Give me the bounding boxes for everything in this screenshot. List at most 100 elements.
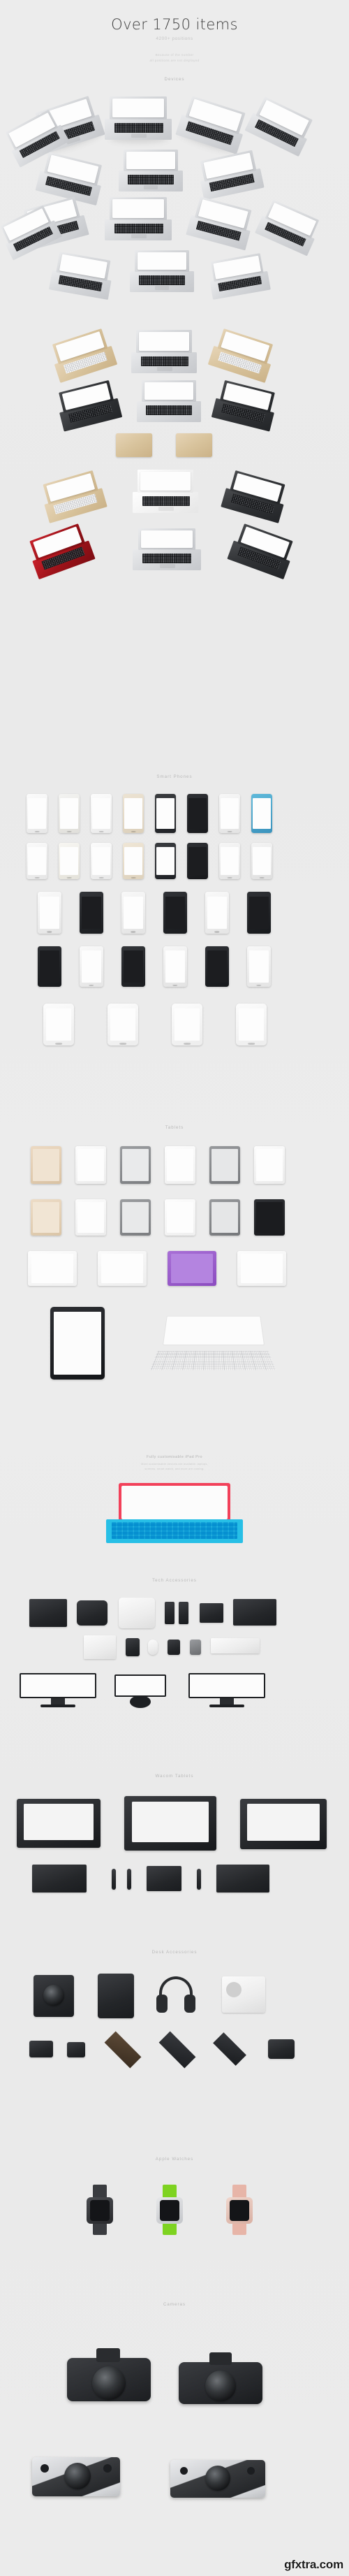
ipad-pro-promo-note-line-1: More customisable devices are available:… xyxy=(141,1462,208,1466)
phone-mockup xyxy=(247,946,271,987)
accessory-mockup xyxy=(165,1602,174,1624)
laptop-mockup-silver xyxy=(137,380,201,424)
section-header-tech-accessories: Tech Accessories xyxy=(152,1578,197,1583)
tablet-mockup-white xyxy=(28,1251,77,1286)
laptop-mockup xyxy=(105,197,172,242)
keyboard-mockup xyxy=(211,1638,260,1654)
laptop-mockup xyxy=(105,96,172,143)
phone-mockup-dark xyxy=(80,892,103,934)
stylus-pen-mockup xyxy=(112,1869,116,1890)
wacom-tablets-gallery xyxy=(0,1796,349,1915)
tablet-mockup-white xyxy=(75,1146,106,1184)
laptop-mockup xyxy=(48,251,115,301)
ipad-pro-promo-note-line-2: screens, smart watch, and more are comin… xyxy=(144,1466,205,1470)
page-subtitle: 4200+ positions xyxy=(156,36,193,42)
desk-accessory-mockup xyxy=(158,2031,196,2069)
laptop-mockup xyxy=(244,95,316,158)
phone-mockup-large xyxy=(107,1004,138,1045)
headphones-mockup xyxy=(156,1976,195,2017)
camera-mockup-rangefinder xyxy=(32,2450,120,2505)
phone-mockup xyxy=(38,892,61,934)
laptop-closed-gold xyxy=(116,433,152,457)
phone-mockup xyxy=(251,843,272,879)
phone-mockup-large xyxy=(43,1004,74,1045)
monitor-mockup xyxy=(188,1673,265,1708)
laptop-mockup xyxy=(207,252,271,301)
laptop-mockup xyxy=(130,250,194,294)
laptop-mockup-silver xyxy=(131,330,197,375)
laptop-mockup-gold xyxy=(207,327,277,384)
ipad-pro-promo: Fully customisable iPad Pro More customi… xyxy=(0,1455,349,1471)
tablet-mockup-grey xyxy=(120,1199,151,1236)
hero-note: Because of the number all positions are … xyxy=(0,52,349,64)
phone-mockup-dark xyxy=(38,946,61,987)
wacom-pad-mockup xyxy=(32,1865,87,1893)
laptop-mockup xyxy=(254,198,322,258)
tablet-mockup-gold xyxy=(31,1199,61,1236)
tablet-mockup-white xyxy=(165,1199,195,1236)
laptop-mockup-dark xyxy=(211,379,279,433)
page-title: Over 1750 items xyxy=(111,16,238,33)
desk-accessory-mockup xyxy=(34,1975,74,2017)
accessory-mockup xyxy=(126,1638,140,1656)
preview-page: Over 1750 items 4200+ positions Because … xyxy=(0,0,349,2576)
laptop-mockup-silver xyxy=(133,528,201,572)
wacom-tablet-mockup xyxy=(17,1799,101,1848)
laptop-mockup-white xyxy=(133,470,198,514)
laptop-mockup-dark xyxy=(54,379,123,433)
camera-mockup-dslr xyxy=(67,2345,151,2412)
phone-mockup xyxy=(219,794,240,833)
tablets-gallery xyxy=(0,1146,349,1440)
accessory-mockup xyxy=(148,1640,158,1655)
laptop-mockup-gold xyxy=(39,469,108,524)
accessory-mockup xyxy=(119,1598,155,1628)
hero-block: Over 1750 items 4200+ positions Because … xyxy=(0,0,349,64)
section-header-smart-phones: Smart Phones xyxy=(156,774,193,779)
devices-gallery xyxy=(0,91,349,321)
phone-mockup xyxy=(59,794,80,833)
desk-accessory-mockup xyxy=(98,1974,134,2018)
accessory-mockup xyxy=(233,1599,276,1626)
tablet-mockup-white xyxy=(237,1251,286,1286)
desk-accessory-mockup xyxy=(67,2042,85,2057)
phone-mockup-large xyxy=(172,1004,202,1045)
ipad-pro-promo-title: Fully customisable iPad Pro xyxy=(146,1455,202,1459)
phone-mockup xyxy=(219,843,240,879)
tablet-mockup-purple xyxy=(168,1251,216,1286)
tablet-mockup-grey xyxy=(209,1199,240,1236)
desk-accessory-mockup xyxy=(213,2032,246,2066)
camera-mockup-dslr xyxy=(179,2351,262,2415)
wacom-pad-mockup xyxy=(147,1866,181,1891)
phone-mockup xyxy=(121,892,145,934)
camera-mockup-rangefinder xyxy=(170,2454,265,2505)
phone-mockup xyxy=(59,843,80,879)
phone-mockup xyxy=(163,946,187,987)
smart-phones-gallery xyxy=(0,794,349,1087)
accessory-mockup xyxy=(200,1603,223,1623)
phone-mockup-blue xyxy=(251,794,272,833)
laptop-mockup-dark xyxy=(227,522,297,581)
wacom-tablet-mockup xyxy=(240,1799,327,1849)
wacom-pad-mockup xyxy=(216,1865,269,1893)
tablet-mockup-dark-large xyxy=(50,1307,105,1380)
wacom-tablet-mockup xyxy=(124,1796,216,1851)
accessory-mockup xyxy=(179,1602,188,1624)
apple-watch-mockup xyxy=(221,2185,258,2235)
desk-accessory-mockup xyxy=(104,2031,142,2069)
phone-mockup-dark xyxy=(121,946,145,987)
phone-mockup xyxy=(27,794,47,833)
accessory-mockup xyxy=(29,1599,67,1627)
tablet-mockup-white xyxy=(165,1146,195,1184)
phone-mockup-dark xyxy=(155,843,176,879)
laptop-mockup xyxy=(196,149,265,201)
devices-color-gallery xyxy=(0,328,349,678)
phone-mockup xyxy=(27,843,47,879)
phone-mockup-dark xyxy=(187,843,208,879)
ipad-pro-keyboard xyxy=(106,1519,243,1543)
tablet-mockup-white xyxy=(98,1251,147,1286)
tablet-mockup-dark xyxy=(254,1199,285,1236)
accessory-mockup xyxy=(77,1600,107,1626)
ipad-pro-color-mockup xyxy=(106,1483,243,1546)
phone-mockup-dark xyxy=(247,892,271,934)
ipad-with-keyboard-mockup xyxy=(149,1314,277,1381)
